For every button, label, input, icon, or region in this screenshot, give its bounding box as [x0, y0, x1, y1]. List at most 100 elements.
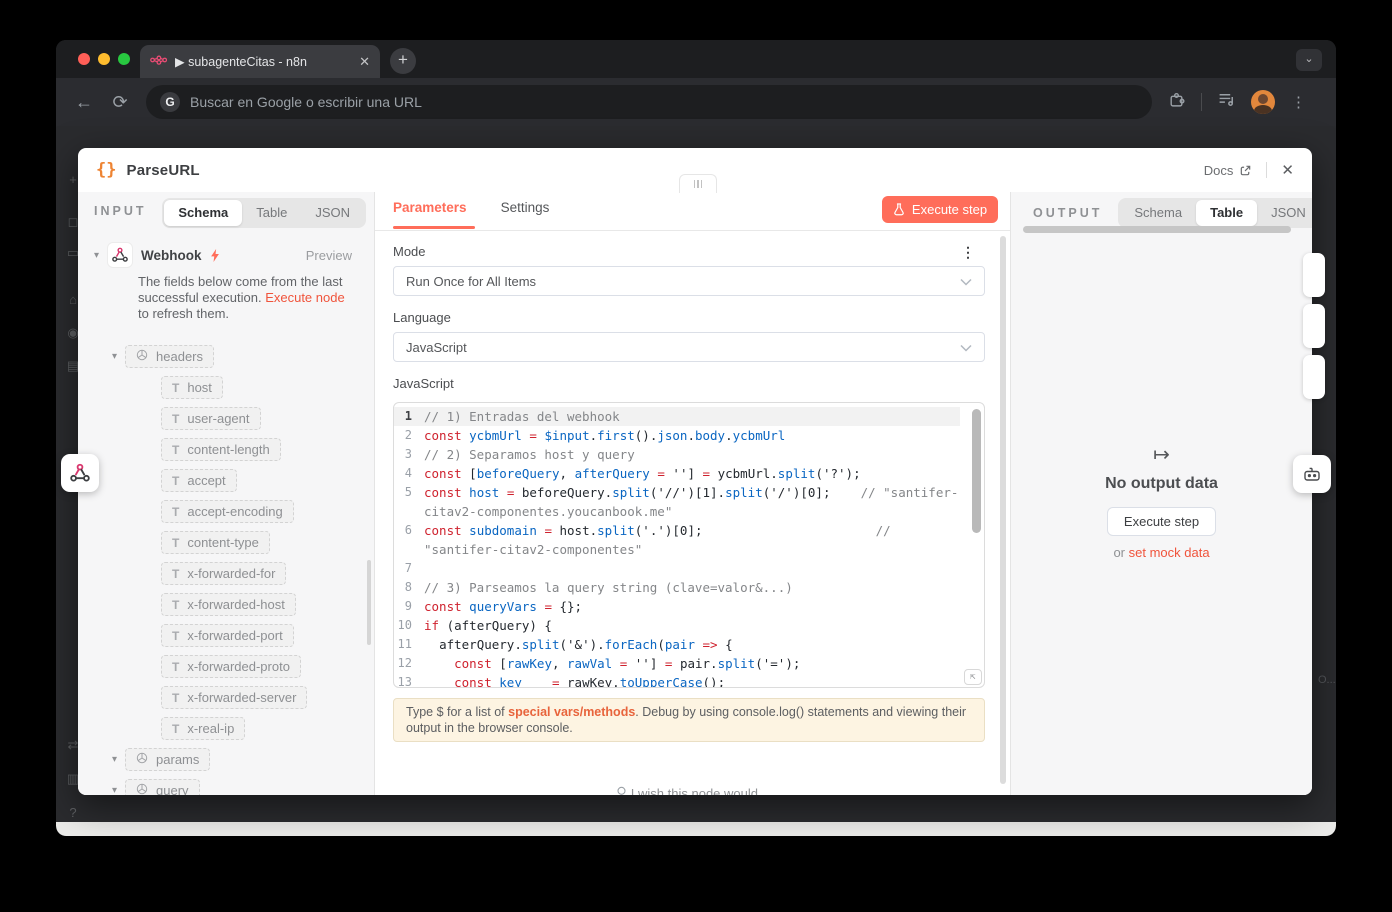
schema-field-pill[interactable]: Tx-real-ip: [161, 717, 245, 740]
special-vars-link[interactable]: special vars/methods: [508, 705, 635, 719]
execute-node-link[interactable]: Execute node: [265, 290, 345, 305]
schema-field-row: Thost: [78, 376, 363, 399]
chevron-down-icon[interactable]: ▾: [112, 785, 117, 795]
language-select[interactable]: JavaScript: [393, 332, 985, 362]
schema-field-pill[interactable]: Tuser-agent: [161, 407, 261, 430]
schema-field-pill[interactable]: Tx-forwarded-for: [161, 562, 286, 585]
node-title[interactable]: ParseURL: [126, 162, 199, 179]
schema-object-label: params: [156, 752, 199, 767]
address-bar[interactable]: G Buscar en Google o escribir una URL: [146, 85, 1152, 119]
input-notice: The fields below come from the last succ…: [138, 274, 354, 322]
browser-menu-icon[interactable]: ⋮: [1291, 93, 1306, 111]
line-number: 2: [394, 426, 424, 445]
maximize-window-button[interactable]: [118, 53, 130, 65]
code-node-icon: {}: [96, 160, 116, 180]
media-playlist-icon[interactable]: [1218, 92, 1235, 112]
tab-output-table[interactable]: Table: [1196, 200, 1257, 226]
expand-editor-icon[interactable]: ⇱: [964, 669, 982, 685]
string-type-icon: T: [172, 536, 179, 550]
tab-output-json[interactable]: JSON: [1257, 200, 1312, 226]
input-source-row[interactable]: ▾ Webhook Preview: [78, 242, 374, 268]
schema-object-row[interactable]: ▾ query: [78, 779, 363, 795]
tab-output-schema[interactable]: Schema: [1120, 200, 1196, 226]
object-icon: [136, 349, 148, 364]
schema-field-pill[interactable]: Tx-forwarded-port: [161, 624, 294, 647]
line-number: 4: [394, 464, 424, 483]
chevron-down-icon[interactable]: ▾: [94, 250, 99, 261]
schema-field-pill[interactable]: Tcontent-type: [161, 531, 270, 554]
close-window-button[interactable]: [78, 53, 90, 65]
schema-field-label: x-forwarded-proto: [187, 659, 290, 674]
code-line: 9const queryVars = {};: [394, 597, 960, 616]
string-type-icon: T: [172, 505, 179, 519]
parameters-scrollbar[interactable]: [1000, 236, 1006, 784]
docs-link[interactable]: Docs: [1204, 163, 1253, 178]
schema-field-pill[interactable]: Taccept: [161, 469, 237, 492]
tab-settings[interactable]: Settings: [501, 200, 550, 225]
tab-parameters[interactable]: Parameters: [393, 200, 467, 225]
schema-field-label: user-agent: [187, 411, 249, 426]
input-node-float-button[interactable]: [61, 454, 99, 492]
schema-field-row: Tx-forwarded-server: [78, 686, 363, 709]
tab-input-schema[interactable]: Schema: [164, 200, 242, 226]
close-dialog-icon[interactable]: ✕: [1281, 161, 1294, 179]
clipped-panel-button-3[interactable]: [1303, 355, 1325, 399]
minimize-window-button[interactable]: [98, 53, 110, 65]
line-number: 13: [394, 673, 424, 688]
line-number: 12: [394, 654, 424, 673]
code-editor[interactable]: 1// 1) Entradas del webhook2const ycbmUr…: [393, 402, 985, 688]
editor-scrollbar[interactable]: [972, 409, 981, 533]
logs-panel-edge[interactable]: [56, 822, 1336, 836]
tab-close-icon[interactable]: ✕: [359, 54, 370, 70]
sidebar-help-icon[interactable]: ?: [64, 805, 82, 820]
schema-field-pill[interactable]: Tcontent-length: [161, 438, 281, 461]
schema-field-label: x-forwarded-host: [187, 597, 285, 612]
schema-object-row[interactable]: ▾ headers: [78, 345, 363, 368]
mode-select[interactable]: Run Once for All Items: [393, 266, 985, 296]
extensions-icon[interactable]: [1168, 91, 1185, 113]
string-type-icon: T: [172, 412, 179, 426]
execute-step-secondary-button[interactable]: Execute step: [1107, 507, 1216, 536]
output-horizontal-scrollbar[interactable]: [1023, 226, 1291, 233]
tab-input-table[interactable]: Table: [242, 200, 301, 226]
clipped-panel-button-2[interactable]: [1303, 304, 1325, 348]
tab-search-button[interactable]: ⌄: [1296, 49, 1322, 71]
schema-field-pill[interactable]: Thost: [161, 376, 223, 399]
profile-avatar[interactable]: [1251, 90, 1275, 114]
line-number: 10: [394, 616, 424, 635]
mode-label: Mode: [393, 244, 426, 259]
code-line: 11 afterQuery.split('&').forEach(pair =>…: [394, 635, 960, 654]
clipped-panel-button-1[interactable]: [1303, 253, 1325, 297]
schema-field-pill[interactable]: Tx-forwarded-server: [161, 686, 307, 709]
execute-step-button[interactable]: Execute step: [882, 196, 998, 223]
schema-field-row: Tx-forwarded-host: [78, 593, 363, 616]
back-icon[interactable]: ←: [74, 92, 94, 113]
line-number: 8: [394, 578, 424, 597]
schema-field-pill[interactable]: Tx-forwarded-proto: [161, 655, 301, 678]
reload-icon[interactable]: ⟳: [110, 92, 130, 113]
chevron-down-icon[interactable]: ▾: [112, 754, 117, 765]
tab-title: ▶ subagenteCitas - n8n: [175, 54, 351, 69]
new-tab-button[interactable]: +: [390, 48, 416, 74]
parameter-options-icon[interactable]: ⋮: [961, 244, 975, 261]
input-panel-scrollbar[interactable]: [367, 560, 371, 645]
chevron-down-icon[interactable]: ▾: [112, 351, 117, 362]
schema-field-pill[interactable]: Tx-forwarded-host: [161, 593, 296, 616]
node-feedback-link[interactable]: I wish this node would...: [375, 786, 1010, 795]
browser-tabstrip: ▶ subagenteCitas - n8n ✕ + ⌄: [56, 40, 1336, 78]
line-number: 5: [394, 483, 424, 521]
chevron-down-icon: [960, 340, 972, 355]
tab-input-json[interactable]: JSON: [301, 200, 364, 226]
preview-label[interactable]: Preview: [306, 248, 352, 263]
schema-object-pill[interactable]: headers: [125, 345, 214, 368]
panel-drag-handle[interactable]: [679, 174, 717, 193]
schema-field-pill[interactable]: Taccept-encoding: [161, 500, 294, 523]
schema-object-pill[interactable]: params: [125, 748, 210, 771]
webhook-node-icon: [107, 242, 133, 268]
browser-tab[interactable]: ▶ subagenteCitas - n8n ✕: [140, 45, 380, 78]
robot-icon: [1302, 464, 1322, 484]
set-mock-data-link[interactable]: set mock data: [1129, 545, 1210, 560]
ai-assistant-button[interactable]: [1293, 455, 1331, 493]
schema-object-pill[interactable]: query: [125, 779, 200, 795]
schema-object-row[interactable]: ▾ params: [78, 748, 363, 771]
